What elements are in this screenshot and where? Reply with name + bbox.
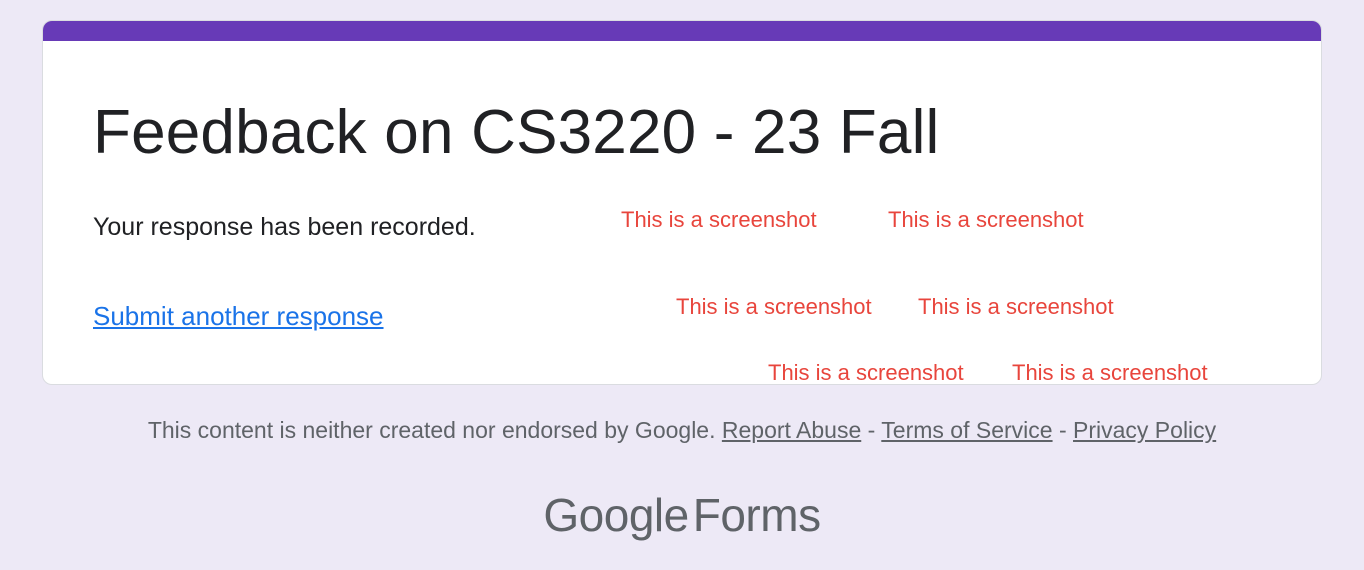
response-card: Feedback on CS3220 - 23 Fall Your respon… (42, 20, 1322, 385)
footer: This content is neither created nor endo… (0, 417, 1364, 444)
privacy-policy-link[interactable]: Privacy Policy (1073, 417, 1216, 443)
watermark-text: This is a screenshot (621, 207, 817, 232)
footer-separator: - (867, 417, 876, 443)
watermark-text: This is a screenshot (888, 207, 1084, 232)
form-title: Feedback on CS3220 - 23 Fall (93, 98, 940, 167)
footer-separator: - (1058, 417, 1067, 443)
google-wordmark: Google (543, 489, 689, 541)
card-accent-bar (43, 21, 1321, 41)
forms-wordmark: Forms (692, 489, 821, 541)
confirmation-message: Your response has been recorded. (93, 213, 476, 241)
footer-disclaimer: This content is neither created nor endo… (147, 417, 716, 443)
report-abuse-link[interactable]: Report Abuse (722, 417, 861, 443)
terms-of-service-link[interactable]: Terms of Service (881, 417, 1052, 443)
google-forms-logo[interactable]: GoogleForms (0, 488, 1364, 542)
watermark-text: This is a screenshot (676, 294, 872, 319)
watermark-text: This is a screenshot (1012, 360, 1208, 385)
watermark-text: This is a screenshot (918, 294, 1114, 319)
watermark-text: This is a screenshot (768, 360, 964, 385)
submit-another-response-link[interactable]: Submit another response (93, 300, 384, 334)
